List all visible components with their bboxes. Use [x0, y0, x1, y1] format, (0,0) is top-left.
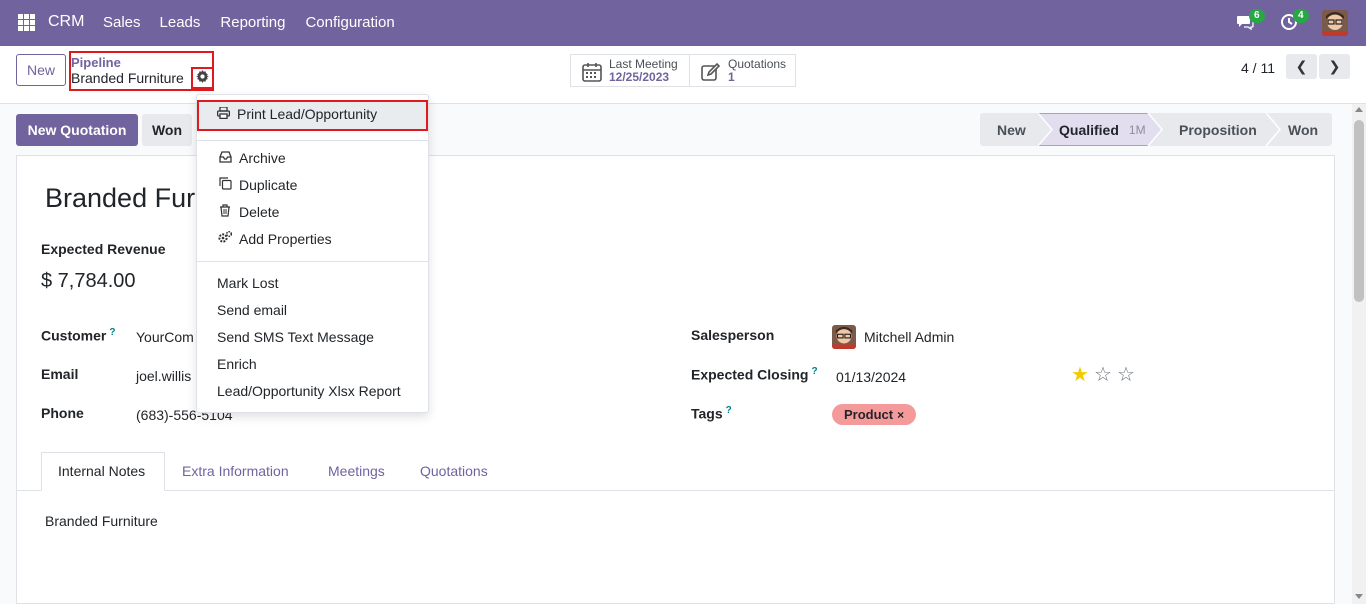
breadcrumb-current: Branded Furniture [71, 70, 184, 86]
menu-configuration[interactable]: Configuration [305, 14, 394, 31]
scrollbar-thumb[interactable] [1354, 120, 1364, 302]
pager-value[interactable]: 4 / 11 [1241, 60, 1275, 76]
won-button[interactable]: Won [142, 114, 192, 146]
apps-menu-icon[interactable] [18, 14, 35, 31]
last-meeting-button[interactable]: Last Meeting 12/25/2023 [570, 54, 690, 87]
duplicate-menu-item[interactable]: Duplicate [218, 177, 297, 193]
pager-next-button[interactable]: ❯ [1319, 54, 1350, 79]
stage-won-label: Won [1288, 121, 1319, 138]
tab-extra-information[interactable]: Extra Information [182, 463, 289, 479]
phone-label: Phone [41, 405, 84, 421]
chevron-left-icon: ❮ [1295, 58, 1308, 74]
expected-closing-field[interactable]: 01/13/2024 [836, 369, 906, 385]
enrich-menu-item[interactable]: Enrich [217, 356, 257, 372]
messages-badge: 6 [1249, 9, 1265, 23]
calendar-icon [581, 61, 603, 82]
print-lead-label: Print Lead/Opportunity [237, 106, 378, 122]
archive-label: Archive [239, 150, 286, 166]
cogs-icon [218, 230, 233, 247]
tag-product-label: Product [844, 407, 894, 422]
print-lead-menu-item[interactable]: Print Lead/Opportunity [216, 105, 378, 122]
tabs-divider [17, 490, 1334, 491]
gear-icon[interactable] [196, 70, 209, 86]
stage-arrows [980, 113, 1332, 146]
scroll-down-icon[interactable] [1355, 594, 1363, 599]
last-meeting-label: Last Meeting [609, 56, 678, 71]
user-avatar[interactable] [1322, 10, 1348, 36]
expected-closing-help-icon[interactable]: ? [811, 366, 817, 377]
new-quotation-button[interactable]: New Quotation [16, 114, 138, 146]
duplicate-label: Duplicate [239, 177, 298, 193]
stage-won[interactable]: Won [1288, 113, 1318, 146]
pager-previous-button[interactable]: ❮ [1286, 54, 1317, 79]
priority-star-1-icon[interactable]: ★ [1071, 362, 1089, 387]
send-sms-menu-item[interactable]: Send SMS Text Message [217, 329, 374, 345]
archive-icon [218, 150, 232, 166]
stage-qualified-label: Qualified [1059, 121, 1119, 138]
xlsx-report-menu-item[interactable]: Lead/Opportunity Xlsx Report [217, 383, 401, 399]
internal-notes-content[interactable]: Branded Furniture [45, 513, 158, 529]
expected-closing-label: Expected Closing [691, 366, 809, 383]
messages-icon[interactable]: 6 [1236, 9, 1265, 33]
salesperson-label: Salesperson [691, 327, 775, 343]
tags-label: Tags [691, 405, 723, 422]
salesperson-avatar [832, 325, 856, 349]
priority-star-3-icon[interactable]: ☆ [1117, 362, 1135, 387]
new-button[interactable]: New [16, 54, 66, 86]
mark-lost-menu-item[interactable]: Mark Lost [217, 275, 278, 291]
stage-new[interactable]: New [997, 113, 1026, 146]
tag-product[interactable]: Product × [832, 404, 917, 425]
add-properties-label: Add Properties [239, 231, 332, 247]
customer-field[interactable]: YourCom [136, 329, 194, 345]
stage-new-label: New [997, 121, 1026, 138]
priority-star-2-icon[interactable]: ☆ [1094, 362, 1112, 387]
stage-proposition-label: Proposition [1179, 121, 1257, 138]
add-properties-menu-item[interactable]: Add Properties [218, 230, 332, 247]
expected-revenue-label: Expected Revenue [41, 241, 166, 257]
tab-quotations[interactable]: Quotations [420, 463, 488, 479]
printer-icon [216, 105, 230, 122]
scroll-up-icon[interactable] [1355, 107, 1363, 112]
app-brand[interactable]: CRM [48, 13, 84, 31]
quotations-label: Quotations [728, 56, 787, 71]
activities-icon[interactable]: 4 [1280, 9, 1309, 33]
customer-label-wrap: Customer? [41, 327, 115, 344]
customer-label: Customer [41, 327, 107, 344]
activities-badge: 4 [1293, 9, 1309, 23]
expected-revenue-value[interactable]: $ 7,784.00 [41, 270, 136, 293]
menu-reporting[interactable]: Reporting [220, 14, 285, 31]
dropdown-divider [197, 261, 428, 262]
tags-help-icon[interactable]: ? [726, 405, 732, 416]
delete-menu-item[interactable]: Delete [218, 204, 279, 220]
breadcrumb-pipeline[interactable]: Pipeline [71, 55, 121, 70]
stage-proposition[interactable]: Proposition [1179, 113, 1257, 146]
stage-qualified[interactable]: Qualified 1M [1059, 113, 1146, 146]
stage-qualified-duration: 1M [1128, 122, 1146, 137]
customer-help-icon[interactable]: ? [109, 327, 115, 338]
tab-meetings[interactable]: Meetings [328, 463, 385, 479]
menu-sales[interactable]: Sales [103, 14, 141, 31]
send-email-menu-item[interactable]: Send email [217, 302, 287, 318]
email-label: Email [41, 366, 79, 382]
archive-menu-item[interactable]: Archive [218, 150, 286, 166]
last-meeting-date: 12/25/2023 [609, 69, 670, 84]
trash-icon [218, 204, 232, 220]
menu-leads[interactable]: Leads [160, 14, 201, 31]
email-field[interactable]: joel.willis [136, 368, 191, 384]
main-menu: Sales Leads Reporting Configuration [103, 14, 415, 31]
quotations-button[interactable]: Quotations 1 [689, 54, 796, 87]
salesperson-field[interactable]: Mitchell Admin [864, 329, 954, 345]
dropdown-divider [197, 140, 428, 141]
edit-icon [700, 61, 722, 81]
quotations-count: 1 [728, 69, 735, 84]
tab-internal-notes[interactable]: Internal Notes [58, 463, 145, 479]
expected-closing-label-wrap: Expected Closing? [691, 366, 818, 383]
top-navbar: CRM Sales Leads Reporting Configuration … [0, 0, 1366, 46]
chevron-right-icon: ❯ [1328, 58, 1341, 74]
tags-label-wrap: Tags? [691, 405, 732, 422]
copy-icon [218, 177, 232, 193]
tag-remove-icon[interactable]: × [897, 408, 904, 422]
delete-label: Delete [239, 204, 280, 220]
